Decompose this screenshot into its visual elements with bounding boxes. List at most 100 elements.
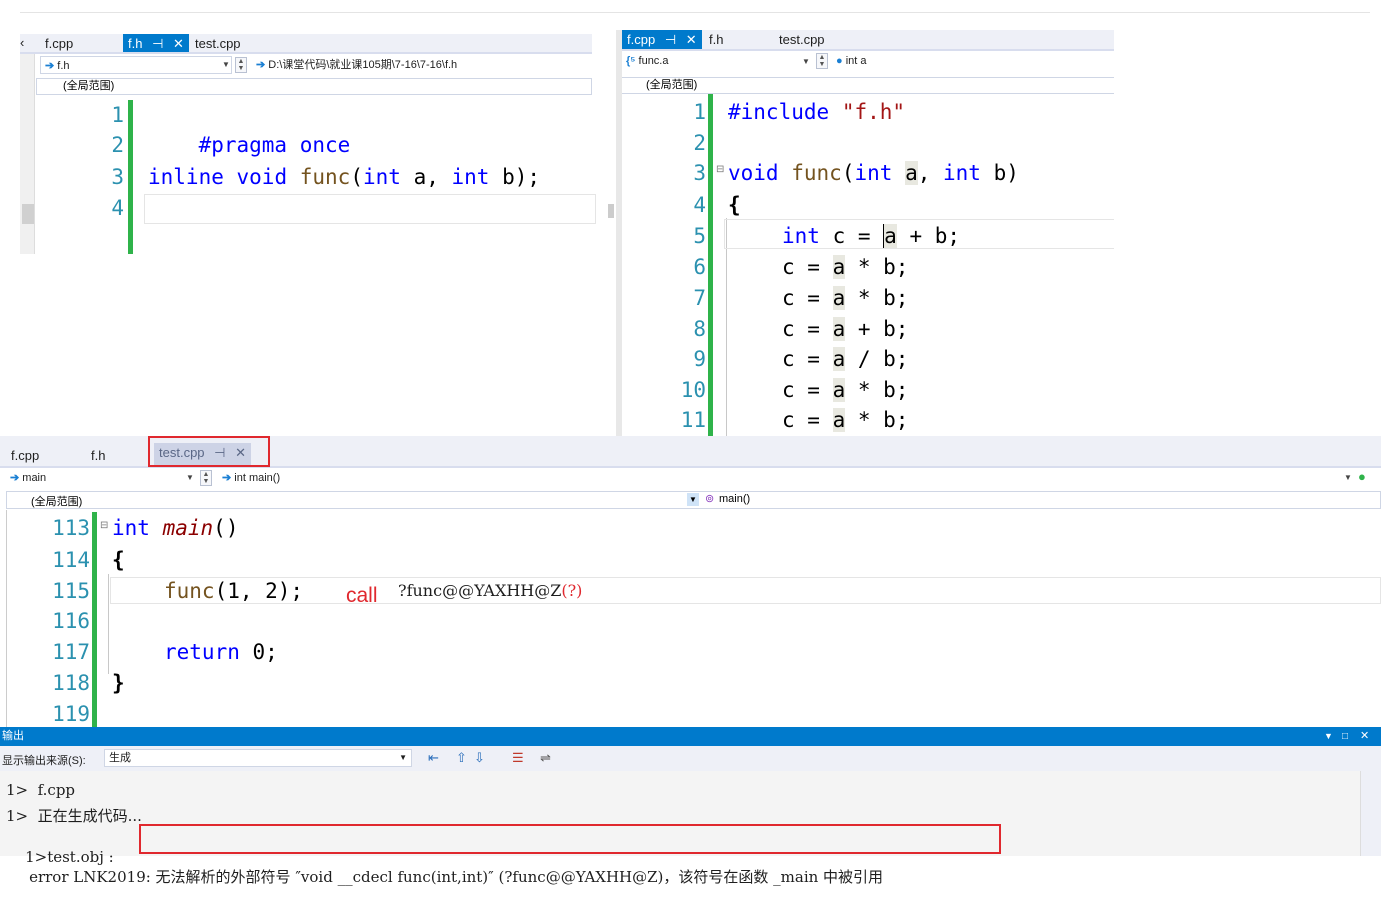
code-line: int main(): [112, 513, 238, 543]
clear-all-icon[interactable]: ☰: [512, 750, 524, 766]
tab-test-cpp[interactable]: test.cpp: [190, 34, 246, 52]
code-text: c =: [782, 408, 833, 432]
keyword: int: [112, 516, 150, 540]
change-indicator: [708, 94, 713, 436]
project-dropdown[interactable]: ➔ main: [6, 469, 196, 487]
code-text: (): [213, 516, 239, 540]
line-number: 116: [52, 609, 90, 633]
navigation-bar: ➔ main ▼ ▲ ▼ ➔ int main() ▼ ●: [0, 468, 1381, 488]
param-highlight: a: [832, 378, 846, 402]
param-highlight: a: [832, 286, 846, 310]
chevron-down-icon[interactable]: ▼: [687, 493, 699, 506]
project-label: f.h: [57, 60, 70, 72]
scrollbar-stub[interactable]: [608, 204, 614, 218]
tab-test-cpp[interactable]: test.cpp: [774, 30, 830, 49]
line-number: 7: [693, 286, 706, 310]
line-number: 3: [693, 161, 706, 185]
tab-f-h[interactable]: f.h: [86, 446, 110, 466]
change-indicator: [92, 512, 97, 727]
scope-bar[interactable]: (全局范围): [622, 77, 1114, 94]
tab-label: test.cpp: [779, 32, 825, 47]
add-icon[interactable]: ●: [1358, 469, 1366, 484]
call-annotation: call: [346, 584, 378, 607]
goto-error-icon[interactable]: ⇤: [428, 750, 439, 766]
split-button[interactable]: ▲ ▼: [235, 57, 247, 73]
chevron-down-icon[interactable]: ▼: [1344, 473, 1352, 482]
scope-dropdown[interactable]: (全局范围): [31, 493, 82, 509]
code-text: + b;: [845, 317, 909, 341]
line-number: 114: [52, 548, 90, 572]
source-label: 显示输出来源(S):: [2, 755, 86, 767]
param-highlight: a: [832, 408, 846, 432]
function-name: func: [164, 579, 215, 603]
scroll-left-icon[interactable]: ‹: [20, 34, 24, 52]
line-number: 1: [111, 103, 124, 127]
member-dropdown[interactable]: ● int a: [832, 52, 1114, 70]
brace: {: [112, 548, 125, 572]
split-button[interactable]: ▲ ▼: [816, 53, 828, 69]
code-text: c =: [782, 347, 833, 371]
tab-label: f.cpp: [11, 448, 40, 463]
function-label: int main(): [234, 472, 281, 484]
code-text: a,: [400, 165, 452, 189]
source-dropdown[interactable]: 生成 ▼: [104, 749, 412, 767]
collapse-icon[interactable]: ⊟: [100, 520, 108, 531]
maximize-icon[interactable]: □: [1342, 727, 1348, 746]
pin-icon[interactable]: ⊣: [665, 32, 676, 47]
code-text: 0;: [239, 640, 278, 664]
tab-f-cpp[interactable]: f.cpp: [40, 34, 78, 52]
split-button[interactable]: ▲ ▼: [200, 470, 212, 486]
chevron-down-icon[interactable]: ▼: [186, 473, 194, 482]
chevron-down-icon[interactable]: ▼: [222, 60, 230, 69]
previous-message-icon[interactable]: ⇧: [456, 750, 467, 766]
function-dropdown[interactable]: ➔ int main(): [218, 469, 1348, 487]
navigation-bar: {⁵ func.a ▼ ▲ ▼ ● int a: [622, 52, 1114, 72]
tab-f-h[interactable]: f.h ⊣ ✕: [123, 34, 189, 52]
member-dropdown[interactable]: main(): [719, 493, 750, 505]
navigation-bar: ➔ f.h ▼ ▲ ▼ ➔ D:\课堂代码\就业课105期\7-16\7-16\f…: [36, 55, 592, 75]
tab-f-h[interactable]: f.h: [704, 30, 728, 49]
line-number: 4: [693, 193, 706, 217]
arrow-right-icon: ➔: [45, 60, 55, 72]
file-path: D:\课堂代码\就业课105期\7-16\7-16\f.h: [268, 59, 458, 71]
code-text: (: [841, 161, 855, 185]
code-text: * b;: [845, 286, 909, 310]
keyword: int: [943, 161, 981, 185]
code-text: c =: [782, 378, 833, 402]
pin-icon[interactable]: ⊣: [152, 36, 163, 51]
tab-label: f.h: [91, 448, 106, 463]
field-icon: ●: [836, 55, 843, 67]
block-guide: [108, 574, 109, 674]
close-icon[interactable]: ✕: [1360, 727, 1369, 746]
output-scrollbar[interactable]: [1360, 771, 1381, 856]
scrollbar-stub[interactable]: [22, 204, 34, 224]
error-message: error LNK2019: 无法解析的外部符号 ″void __cdecl f…: [29, 868, 664, 886]
file-path-dropdown[interactable]: ➔ D:\课堂代码\就业课105期\7-16\7-16\f.h: [252, 56, 592, 74]
scope-bar[interactable]: (全局范围): [36, 78, 592, 95]
next-message-icon[interactable]: ⇩: [474, 750, 485, 766]
close-icon[interactable]: ✕: [173, 36, 184, 51]
arrow-right-icon: ➔: [10, 472, 20, 484]
scope-dropdown[interactable]: {⁵ func.a: [622, 52, 810, 70]
collapse-icon[interactable]: ⊟: [716, 164, 724, 175]
code-text: (: [350, 165, 363, 189]
arrow-right-icon: ➔: [256, 59, 266, 71]
editor-fh: ‹ f.cpp f.h ⊣ ✕ test.cpp ➔ f.h ▼ ▲ ▼ ➔ D:…: [20, 34, 596, 254]
tab-f-cpp[interactable]: f.cpp: [6, 446, 44, 466]
line-number: 9: [693, 347, 706, 371]
block-guide: [726, 218, 727, 436]
chevron-down-icon[interactable]: ▼: [802, 57, 810, 66]
line-number: 8: [693, 317, 706, 341]
string-literal: "f.h": [841, 100, 906, 124]
editor-fcpp: f.cpp ⊣ ✕ f.h test.cpp {⁵ func.a ▼ ▲ ▼ ● …: [616, 30, 1114, 436]
param-highlight: a: [905, 161, 918, 185]
chevron-down-icon[interactable]: ▼: [1324, 727, 1333, 746]
member-icon: {⁵: [626, 55, 636, 67]
word-wrap-icon[interactable]: ⇌: [540, 750, 551, 766]
include-directive: #include: [728, 100, 830, 124]
close-icon[interactable]: ✕: [686, 32, 697, 47]
keyword: int: [451, 165, 490, 189]
tab-f-cpp[interactable]: f.cpp ⊣ ✕: [622, 30, 702, 49]
project-dropdown[interactable]: ➔ f.h: [40, 56, 232, 74]
code-text: b): [980, 161, 1019, 185]
